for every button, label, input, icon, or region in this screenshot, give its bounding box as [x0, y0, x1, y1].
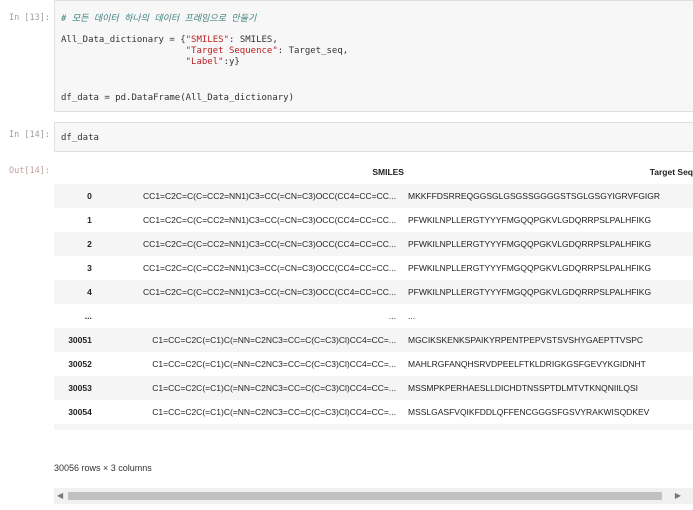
row-index: 30054: [68, 407, 92, 417]
smiles-cell: C1=CC=C2C(=C1)C(=NN=C2NC3=CC=C(C=C3)Cl)C…: [152, 407, 396, 417]
smiles-cell: C1=CC=C2C(=C1)C(=NN=C2NC3=CC=C(C=C3)Cl)C…: [152, 335, 396, 345]
target-seq-cell: MGCIKSKENKSPAIKYRPENTPEPVSTSVSHYGAEPTTVS…: [407, 335, 644, 345]
string-token: "SMILES": [185, 35, 229, 45]
smiles-cell: CC1=C2C=C(C=CC2=NN1)C3=CC(=CN=C3)OCC(CC4…: [143, 215, 396, 225]
row-count-label: 30056 rows × 3 columns: [54, 463, 152, 473]
table-row: 2 CC1=C2C=C(C=CC2=NN1)C3=CC(=CN=C3)OCC(CC…: [54, 232, 693, 256]
smiles-cell: C1=CC=C2C(=C1)C(=NN=C2NC3=CC=C(C=C3)Cl)C…: [152, 383, 396, 393]
target-seq-cell: PFWKILNPLLERGTYYYFMGQQPGKVLGDQRRPSLPALHF…: [407, 239, 652, 249]
table-row: 30053 C1=CC=C2C(=C1)C(=NN=C2NC3=CC=C(C=C3…: [54, 376, 693, 400]
target-seq-cell: PFWKILNPLLERGTYYYFMGQQPGKVLGDQRRPSLPALHF…: [407, 215, 652, 225]
row-index: 30051: [68, 335, 92, 345]
dataframe-output: SMILES Target Seq 0 CC1=C2C=C(C=CC2=NN1)C…: [54, 160, 693, 430]
target-seq-cell: ...: [407, 311, 416, 321]
row-index: 2: [87, 239, 92, 249]
table-row: 30051 C1=CC=C2C(=C1)C(=NN=C2NC3=CC=C(C=C3…: [54, 328, 693, 352]
target-seq-cell: PFWKILNPLLERGTYYYFMGQQPGKVLGDQRRPSLPALHF…: [407, 263, 652, 273]
string-token: "Target Sequence": [185, 46, 278, 56]
code-token: :y}: [223, 57, 240, 67]
column-header-target-seq: Target Seq: [649, 167, 693, 177]
table-row: 30052 C1=CC=C2C(=C1)C(=NN=C2NC3=CC=C(C=C3…: [54, 352, 693, 376]
cell-prompt-14: In [14]:: [9, 130, 50, 140]
code-token: All_Data_dictionary = {: [61, 35, 186, 45]
table-row: 30055C1=CC=C2C(=C1)C(=NN=C2NC3=CC=C(C=C3…: [54, 424, 693, 430]
table-row: 3 CC1=C2C=C(C=CC2=NN1)C3=CC(=CN=C3)OCC(CC…: [54, 256, 693, 280]
row-index: 30052: [68, 359, 92, 369]
target-seq-cell: MSSLGASFVQIKFDDLQFFENCGGGSFGSVYRAKWISQDK…: [407, 407, 650, 417]
row-index: 30055: [54, 424, 98, 430]
smiles-cell: ...: [388, 311, 396, 321]
code-line[interactable]: # 모든 데이터 하나의 데이터 프레임으로 만들기: [61, 11, 256, 24]
target-seq-cell: MSSMPKPERHAESLLDICHDTNSSPTDLMTVTKNQNIILQ…: [407, 383, 638, 393]
smiles-cell: C1=CC=C2C(=C1)C(=NN=C2NC3=CC=C(C=C3)Cl)C…: [152, 359, 396, 369]
row-index: 0: [87, 191, 92, 201]
code-cell-13[interactable]: # 모든 데이터 하나의 데이터 프레임으로 만들기 All_Data_dicti…: [54, 0, 693, 112]
code-cell-14[interactable]: df_data: [54, 122, 693, 152]
row-index: 4: [87, 287, 92, 297]
code-line[interactable]: df_data = pd.DataFrame(All_Data_dictiona…: [61, 93, 294, 103]
arrow-left-icon[interactable]: ◀: [57, 491, 63, 500]
row-index: 30053: [68, 383, 92, 393]
scrollbar-thumb[interactable]: [68, 492, 662, 500]
table-row: .........: [54, 304, 693, 328]
code-line[interactable]: "Target Sequence": Target_seq,: [61, 46, 349, 56]
cell-prompt-13: In [13]:: [9, 13, 50, 23]
smiles-cell: CC1=C2C=C(C=CC2=NN1)C3=CC(=CN=C3)OCC(CC4…: [143, 263, 396, 273]
target-seq-cell: MKKFFDSRREQGGSGLGSGSSGGGGSTSGLGSGYIGRVFG…: [407, 191, 661, 201]
target-seq-cell: MPDPAAHLPFFYGSISRAEAEEHLKLAGMADGLFLLRQCL…: [404, 424, 693, 430]
smiles-cell: CC1=C2C=C(C=CC2=NN1)C3=CC(=CN=C3)OCC(CC4…: [143, 239, 396, 249]
table-row: 4 CC1=C2C=C(C=CC2=NN1)C3=CC(=CN=C3)OCC(CC…: [54, 280, 693, 304]
horizontal-scrollbar[interactable]: ◀ ▶: [54, 488, 693, 504]
code-token: : Target_seq,: [277, 46, 349, 56]
code-line[interactable]: df_data: [61, 133, 99, 143]
smiles-cell: C1=CC=C2C(=C1)C(=NN=C2NC3=CC=C(C=C3)Cl)C…: [98, 424, 404, 430]
row-index: 3: [87, 263, 92, 273]
string-token: "Label": [185, 57, 224, 67]
dataframe-table: SMILES Target Seq 0 CC1=C2C=C(C=CC2=NN1)C…: [54, 160, 693, 430]
table-header-row: SMILES Target Seq: [54, 160, 693, 184]
smiles-cell: CC1=C2C=C(C=CC2=NN1)C3=CC(=CN=C3)OCC(CC4…: [143, 191, 396, 201]
row-index: 1: [87, 215, 92, 225]
code-line[interactable]: All_Data_dictionary = {"SMILES": SMILES,: [61, 35, 278, 45]
table-row: 30054 C1=CC=C2C(=C1)C(=NN=C2NC3=CC=C(C=C3…: [54, 400, 693, 424]
code-token: : SMILES,: [228, 35, 278, 45]
arrow-right-icon[interactable]: ▶: [675, 491, 681, 500]
target-seq-cell: PFWKILNPLLERGTYYYFMGQQPGKVLGDQRRPSLPALHF…: [407, 287, 652, 297]
table-row: 1 CC1=C2C=C(C=CC2=NN1)C3=CC(=CN=C3)OCC(CC…: [54, 208, 693, 232]
target-seq-cell: MAHLRGFANQHSRVDPEELFTKLDRIGKGSFGEVYKGIDN…: [407, 359, 646, 369]
output-prompt: Out[14]:: [9, 166, 50, 176]
code-line[interactable]: "Label":y}: [61, 57, 240, 67]
index-header: [54, 160, 98, 184]
row-index: ...: [84, 311, 92, 321]
column-header-smiles: SMILES: [372, 167, 404, 177]
table-row: 0 CC1=C2C=C(C=CC2=NN1)C3=CC(=CN=C3)OCC(CC…: [54, 184, 693, 208]
smiles-cell: CC1=C2C=C(C=CC2=NN1)C3=CC(=CN=C3)OCC(CC4…: [143, 287, 396, 297]
